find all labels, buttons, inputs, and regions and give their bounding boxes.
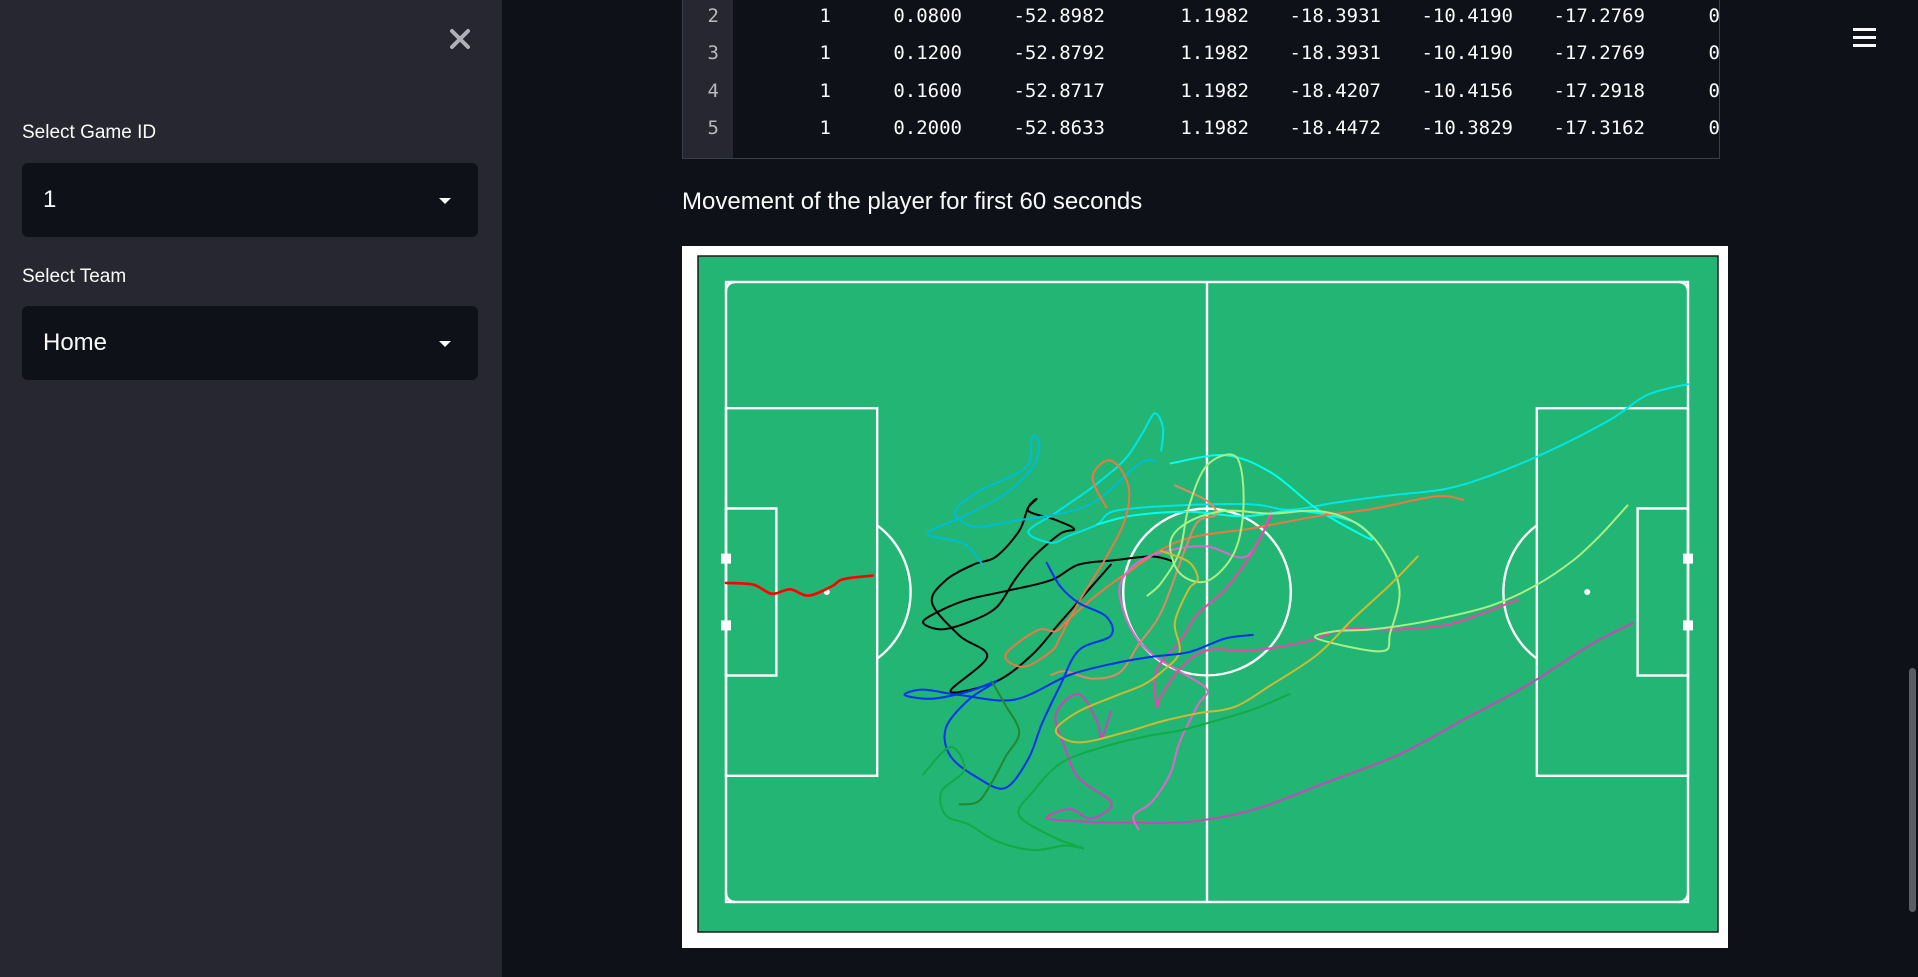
table-cell: -17.3162: [1553, 117, 1645, 139]
table-cell: 0.2000: [893, 117, 962, 139]
chevron-down-icon: [439, 341, 451, 347]
goal-post: [721, 553, 731, 564]
table-cell: -17.2769: [1553, 42, 1645, 64]
table-cell: 1.1982: [1180, 42, 1249, 64]
table-cell: -18.4472: [1289, 117, 1381, 139]
table-row: 4 1 0.1600 -52.8717 1.1982 -18.4207 -10.4156 -1…: [683, 80, 1720, 117]
table-cell: -18.4207: [1289, 80, 1381, 102]
pitch-svg: [697, 255, 1719, 933]
sidebar: Select Game ID 1 Select Team Home: [0, 0, 502, 977]
team-select[interactable]: Home: [22, 306, 478, 380]
table-cell: -10.3829: [1421, 117, 1513, 139]
chevron-down-icon: [439, 198, 451, 204]
close-sidebar-button[interactable]: [445, 24, 475, 54]
hamburger-menu-icon: [1853, 28, 1876, 47]
table-row: 2 1 0.0800 -52.8982 1.1982 -18.3931 -10.4190 -1…: [683, 5, 1720, 42]
table-cell: 1: [819, 42, 831, 64]
table-cell: -10.4156: [1421, 80, 1513, 102]
table-cell: 0: [1708, 80, 1720, 102]
table-cell: 0: [1708, 5, 1720, 27]
table-cell: -17.2918: [1553, 80, 1645, 102]
row-index-cell: 4: [707, 80, 719, 102]
goal-post: [1683, 553, 1693, 564]
row-index-cell: 3: [707, 42, 719, 64]
table-cell: 1: [819, 117, 831, 139]
table-row: 5 1 0.2000 -52.8633 1.1982 -18.4472 -10.3829 -1…: [683, 117, 1720, 154]
team-label: Select Team: [22, 266, 127, 287]
table-cell: -18.3931: [1289, 42, 1381, 64]
data-table[interactable]: 2 1 0.0800 -52.8982 1.1982 -18.3931 -10.4190 -1…: [682, 0, 1720, 159]
table-cell: 0.1600: [893, 80, 962, 102]
table-cell: -52.8982: [1013, 5, 1105, 27]
game-id-label: Select Game ID: [22, 122, 157, 143]
table-cell: -10.4190: [1421, 5, 1513, 27]
scrollbar-thumb[interactable]: [1909, 668, 1916, 912]
row-index-cell: 5: [707, 117, 719, 139]
table-cell: -52.8792: [1013, 42, 1105, 64]
table-cell: 0.0800: [893, 5, 962, 27]
game-id-select-value: 1: [43, 186, 57, 213]
table-cell: 1.1982: [1180, 80, 1249, 102]
table-cell: -10.4190: [1421, 42, 1513, 64]
plot-subtitle: Movement of the player for first 60 seco…: [682, 188, 1143, 215]
table-cell: 1: [819, 5, 831, 27]
team-select-value: Home: [43, 329, 108, 356]
row-index-cell: 2: [707, 5, 719, 27]
goal-post: [1683, 620, 1693, 631]
table-cell: 1.1982: [1180, 5, 1249, 27]
goal-post: [721, 620, 731, 631]
game-id-select[interactable]: 1: [22, 163, 478, 237]
table-cell: 0.1200: [893, 42, 962, 64]
table-cell: -17.2769: [1553, 5, 1645, 27]
table-cell: 1.1982: [1180, 117, 1249, 139]
pitch-plot: [682, 246, 1728, 948]
table-cell: -18.3931: [1289, 5, 1381, 27]
close-icon: [450, 29, 470, 49]
table-cell: -52.8633: [1013, 117, 1105, 139]
table-cell: 0: [1708, 117, 1720, 139]
table-row: 3 1 0.1200 -52.8792 1.1982 -18.3931 -10.4190 -1…: [683, 42, 1720, 79]
table-cell: 1: [819, 80, 831, 102]
penalty-spot-right: [1584, 589, 1591, 595]
table-cell: 0: [1708, 42, 1720, 64]
main-menu-button[interactable]: [1852, 26, 1878, 50]
table-cell: -52.8717: [1013, 80, 1105, 102]
